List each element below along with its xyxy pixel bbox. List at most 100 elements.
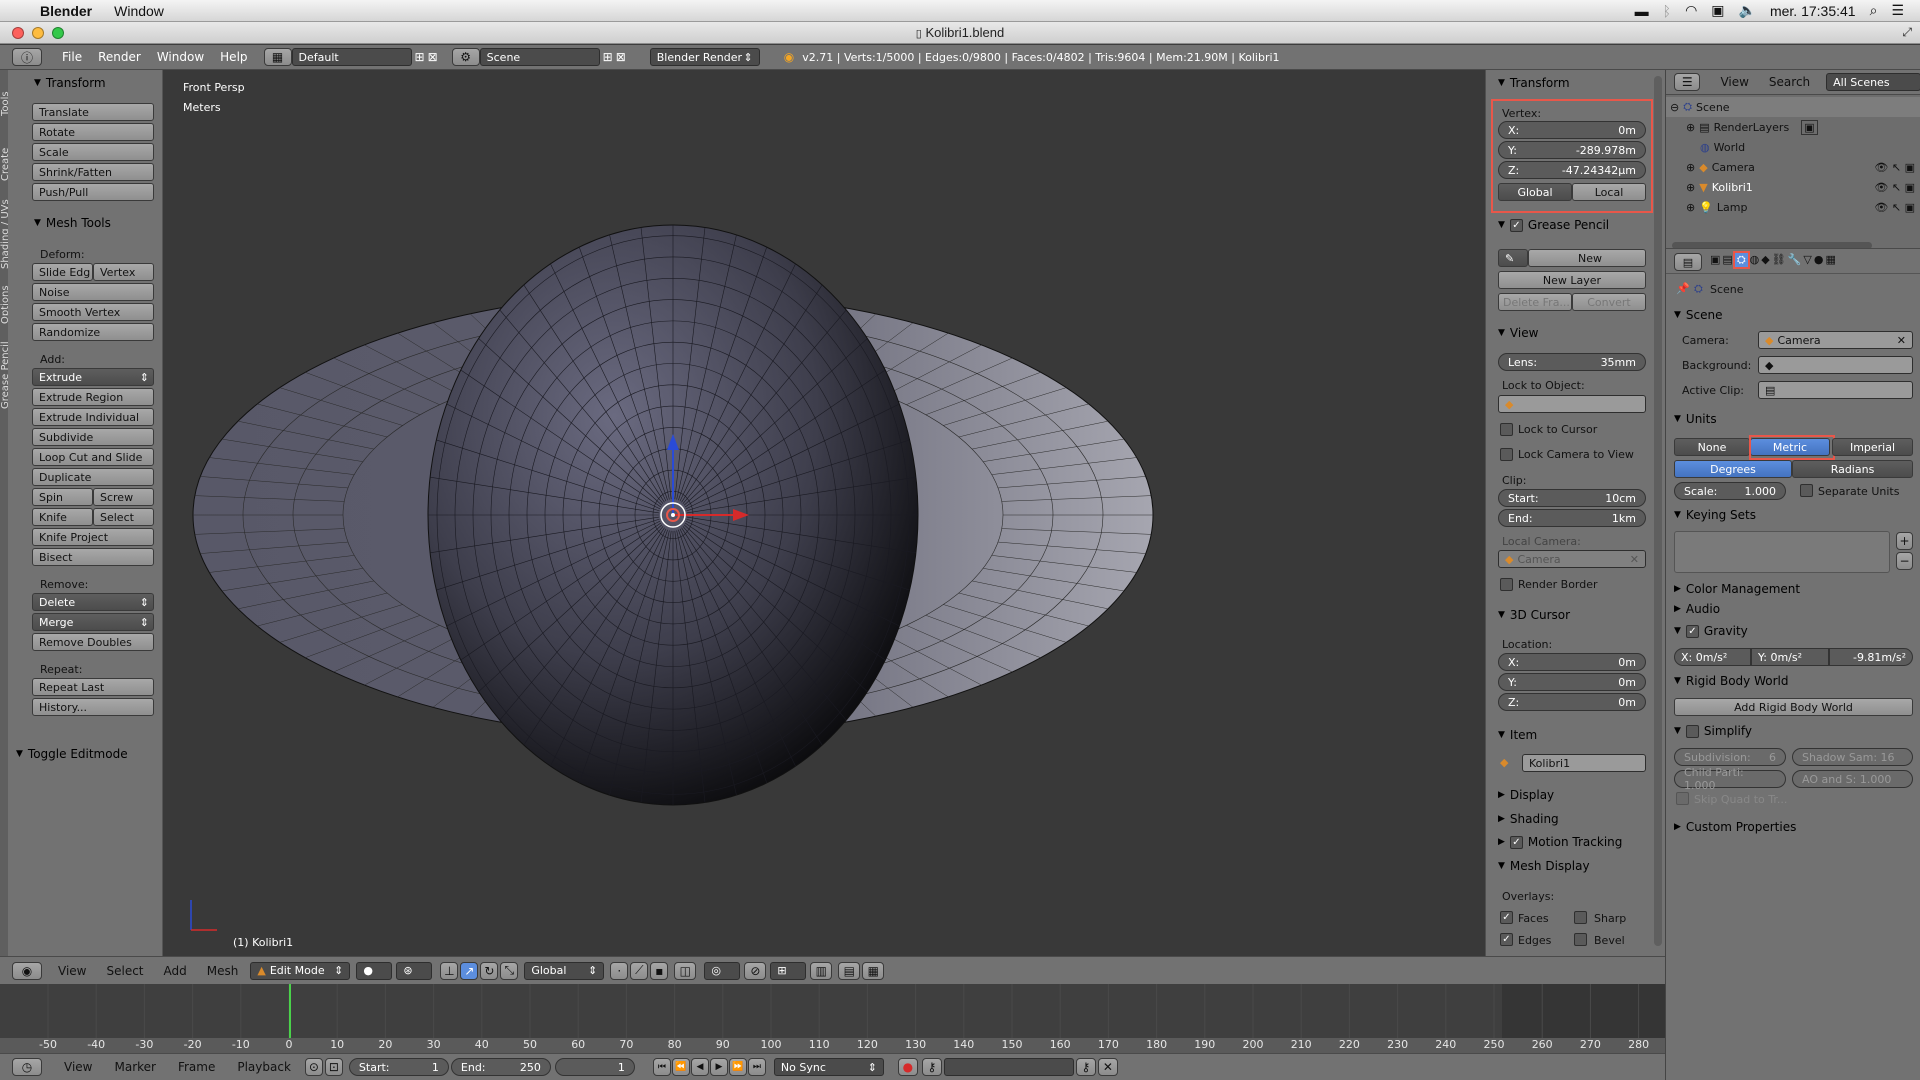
edge-select-icon[interactable]: ⟋: [630, 961, 649, 980]
fullscreen-icon[interactable]: ⤢: [1902, 25, 1912, 40]
item-panel-header[interactable]: ▼ Item: [1498, 728, 1537, 742]
translate-manipulator-icon[interactable]: ↗: [460, 961, 479, 980]
scene-panel-header[interactable]: ▼ Scene: [1674, 308, 1723, 322]
marker-menu[interactable]: Marker: [114, 1060, 155, 1074]
units-imperial-button[interactable]: Imperial: [1832, 438, 1913, 456]
grease-pencil-checkbox[interactable]: ✓: [1509, 218, 1523, 232]
outliner-row-camera[interactable]: ⊕ ◆ Camera 👁 ↖ ▣: [1666, 157, 1920, 177]
view-panel-header[interactable]: ▼ View: [1498, 326, 1538, 340]
keying-sets-panel-header[interactable]: ▼ Keying Sets: [1674, 508, 1756, 522]
knife-project-button[interactable]: Knife Project: [32, 528, 154, 546]
delete-frame-button[interactable]: Delete Fra...: [1498, 293, 1572, 311]
frame-menu[interactable]: Frame: [178, 1060, 215, 1074]
notification-icon[interactable]: ☰: [1891, 2, 1904, 19]
3d-view-editor-button[interactable]: ◉: [12, 961, 42, 980]
repeat-last-button[interactable]: Repeat Last: [32, 678, 154, 696]
vertex-y-field[interactable]: Y: -289.978m: [1498, 141, 1646, 159]
units-panel-header[interactable]: ▼ Units: [1674, 412, 1717, 426]
world-tab-icon[interactable]: ◍: [1750, 253, 1760, 267]
play-reverse-icon[interactable]: ◀: [690, 1058, 709, 1076]
help-menu[interactable]: Help: [212, 50, 255, 64]
3d-cursor-panel-header[interactable]: ▼ 3D Cursor: [1498, 608, 1570, 622]
pivot-select[interactable]: ⊛: [396, 961, 433, 980]
extrude-dropdown[interactable]: Extrude ⇕: [32, 368, 154, 386]
mesh-menu[interactable]: Mesh: [207, 964, 239, 978]
lock-cursor-checkbox[interactable]: [1500, 423, 1513, 436]
add-layout-icon[interactable]: ⊞: [415, 50, 425, 64]
slide-vertex-button[interactable]: Vertex: [93, 263, 154, 281]
slide-edge-button[interactable]: Slide Edg: [32, 263, 93, 281]
spin-button[interactable]: Spin: [32, 488, 93, 506]
scene-name-field[interactable]: Scene: [479, 48, 600, 66]
pencil-icon[interactable]: ✎: [1498, 249, 1528, 267]
render-engine-select[interactable]: Blender Render ⇕: [649, 48, 760, 66]
clear-icon[interactable]: ✕: [1897, 334, 1906, 347]
delete-dropdown[interactable]: Delete ⇕: [32, 593, 154, 611]
pin-icon[interactable]: 📌: [1676, 282, 1690, 295]
active-keying-set-field[interactable]: [943, 1058, 1074, 1076]
bevel-checkbox[interactable]: [1574, 933, 1587, 946]
visibility-icons[interactable]: 👁 ↖ ▣: [1874, 161, 1915, 174]
units-none-button[interactable]: None: [1674, 438, 1750, 456]
active-clip-field[interactable]: ▤: [1758, 381, 1913, 399]
lock-object-field[interactable]: ◆: [1498, 395, 1646, 413]
rigid-body-world-panel-header[interactable]: ▼ Rigid Body World: [1674, 674, 1788, 688]
start-frame-field[interactable]: Start: 1: [348, 1058, 449, 1076]
preview-range-icon[interactable]: ⊙: [304, 1058, 323, 1076]
add-menu[interactable]: Add: [164, 964, 187, 978]
cursor-x-field[interactable]: X: 0m: [1498, 653, 1646, 671]
record-icon[interactable]: ●: [897, 1058, 918, 1076]
simplify-subdivision-field[interactable]: Subdivision: 6: [1674, 748, 1786, 766]
mode-select[interactable]: ▲ Edit Mode ⇕: [250, 961, 351, 980]
snap-icon[interactable]: ⊘: [744, 961, 767, 980]
play-icon[interactable]: ▶: [709, 1058, 728, 1076]
gravity-panel-header[interactable]: ▼ ✓ Gravity: [1674, 624, 1748, 638]
degrees-button[interactable]: Degrees: [1674, 460, 1792, 478]
grease-pencil-panel-header[interactable]: ▼ ✓ Grease Pencil: [1498, 218, 1609, 232]
remove-scene-icon[interactable]: ⊠: [616, 50, 626, 64]
gravity-y-field[interactable]: Y: 0m/s²: [1751, 648, 1829, 666]
clock[interactable]: mer. 17:35:41: [1770, 3, 1856, 19]
knife-button[interactable]: Knife: [32, 508, 93, 526]
smooth-vertex-button[interactable]: Smooth Vertex: [32, 303, 154, 321]
proportional-edit-select[interactable]: ◎: [704, 961, 741, 980]
extrude-individual-button[interactable]: Extrude Individual: [32, 408, 154, 426]
scale-button[interactable]: Scale: [32, 143, 154, 161]
custom-properties-panel-header[interactable]: ▶ Custom Properties: [1674, 820, 1796, 834]
separate-units-checkbox[interactable]: [1800, 484, 1813, 497]
color-management-panel-header[interactable]: ▶ Color Management: [1674, 582, 1800, 596]
clip-end-field[interactable]: End: 1km: [1498, 509, 1646, 527]
shadow-samples-field[interactable]: Shadow Sam: 16: [1792, 748, 1913, 766]
orientation-select[interactable]: Global ⇕: [524, 961, 605, 980]
display-mode-select[interactable]: All Scenes: [1826, 73, 1920, 91]
edges-checkbox[interactable]: ✓: [1500, 933, 1513, 946]
clip-start-field[interactable]: Start: 10cm: [1498, 489, 1646, 507]
remove-layout-icon[interactable]: ⊠: [428, 50, 438, 64]
select-menu[interactable]: Select: [106, 964, 143, 978]
file-menu[interactable]: File: [54, 50, 90, 64]
vertex-z-field[interactable]: Z: -47.24342μm: [1498, 161, 1646, 179]
extrude-region-button[interactable]: Extrude Region: [32, 388, 154, 406]
noise-button[interactable]: Noise: [32, 283, 154, 301]
layers-icon[interactable]: ▥: [810, 961, 833, 980]
bisect-button[interactable]: Bisect: [32, 548, 154, 566]
render-anim-icon[interactable]: ▦: [862, 961, 885, 980]
simplify-panel-header[interactable]: ▼ Simplify: [1674, 724, 1752, 738]
scene-selector[interactable]: ⚙: [451, 48, 480, 66]
merge-dropdown[interactable]: Merge ⇕: [32, 613, 154, 631]
lock-camera-checkbox[interactable]: [1500, 448, 1513, 461]
manipulator-toggle-icon[interactable]: ⊥: [440, 961, 459, 980]
outliner-row-renderlayers[interactable]: ⊕ ▤ RenderLayers ▣: [1666, 117, 1920, 137]
randomize-button[interactable]: Randomize: [32, 323, 154, 341]
sharp-checkbox[interactable]: [1574, 911, 1587, 924]
display-icon[interactable]: ▣: [1711, 2, 1724, 19]
cursor-y-field[interactable]: Y: 0m: [1498, 673, 1646, 691]
timeline-area[interactable]: [0, 984, 1665, 1038]
shading-panel-header[interactable]: ▶ Shading: [1498, 812, 1559, 826]
radians-button[interactable]: Radians: [1792, 460, 1913, 478]
simplify-checkbox[interactable]: [1685, 724, 1699, 738]
remove-keying-set-button[interactable]: −: [1896, 552, 1913, 570]
app-menu[interactable]: Blender: [40, 3, 92, 19]
render-border-checkbox[interactable]: [1500, 578, 1513, 591]
sync-mode-select[interactable]: No Sync ⇕: [773, 1058, 884, 1076]
